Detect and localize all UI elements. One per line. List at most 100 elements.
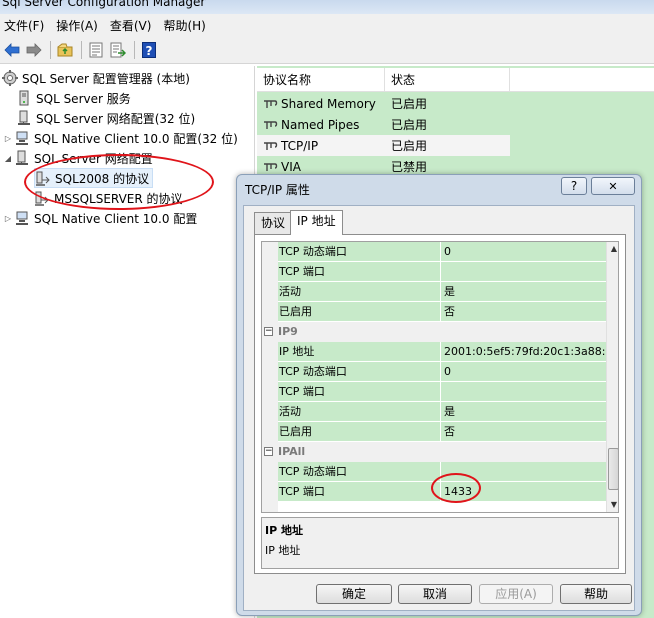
toolbar-separator — [81, 40, 82, 59]
property-value[interactable]: 0 — [441, 242, 606, 261]
property-row[interactable]: TCP 动态端口 0 — [262, 242, 606, 262]
vertical-scrollbar[interactable]: ▲ ▼ — [606, 242, 618, 512]
property-name: TCP 端口 — [278, 262, 440, 281]
property-row[interactable]: TCP 动态端口 — [262, 462, 606, 482]
dialog-title: TCP/IP 属性 — [245, 183, 310, 197]
menu-view[interactable]: 查看(V) — [106, 17, 156, 34]
menu-action[interactable]: 操作(A) — [52, 17, 102, 34]
client-config-icon — [14, 210, 30, 226]
property-row[interactable]: 已启用 否 — [262, 302, 606, 322]
properties-icon[interactable] — [86, 40, 106, 60]
property-row[interactable]: TCP 端口 1433 — [262, 482, 606, 502]
apply-button[interactable]: 应用(A) — [479, 584, 553, 604]
property-value[interactable] — [441, 262, 606, 281]
property-name: IP 地址 — [278, 342, 440, 361]
back-arrow-icon[interactable] — [2, 40, 22, 60]
property-name: 活动 — [278, 282, 440, 301]
toolbar: ? — [0, 36, 654, 64]
scroll-down-arrow-icon[interactable]: ▼ — [609, 500, 618, 512]
property-row[interactable]: 活动 是 — [262, 282, 606, 302]
menu-help[interactable]: 帮助(H) — [159, 17, 209, 34]
protocol-status: 已禁用 — [391, 160, 428, 174]
protocol-icon — [264, 162, 278, 171]
protocol-name: Shared Memory — [281, 96, 376, 111]
tab-protocol[interactable]: 协议 — [254, 212, 293, 234]
property-value[interactable] — [441, 382, 606, 401]
question-icon: ? — [570, 179, 578, 193]
property-value[interactable] — [441, 462, 606, 481]
property-row[interactable]: TCP 端口 — [262, 262, 606, 282]
property-value[interactable]: 否 — [441, 422, 606, 441]
export-list-icon[interactable] — [108, 40, 128, 60]
category-row[interactable]: − IPAll — [262, 442, 606, 462]
scroll-thumb[interactable] — [608, 448, 618, 490]
tree-item-network[interactable]: ◢ SQL Server 网络配置 — [2, 148, 153, 168]
tree-item-label: SQL2008 的协议 — [55, 171, 150, 186]
description-text: IP 地址 — [265, 544, 301, 557]
tcpip-properties-dialog: TCP/IP 属性 ? ✕ 协议 IP 地址 TCP 动态端口 0 TCP 端口… — [236, 174, 642, 616]
protocol-name: TCP/IP — [281, 138, 319, 153]
property-value[interactable]: 0 — [441, 362, 606, 381]
list-row[interactable]: Named Pipes 已启用 — [257, 114, 510, 135]
dialog-close-button[interactable]: ✕ — [591, 177, 635, 195]
title-bar: Sql Server Configuration Manager — [0, 0, 654, 14]
tree-item-network32[interactable]: SQL Server 网络配置(32 位) — [16, 108, 195, 128]
list-row[interactable]: Shared Memory 已启用 — [257, 93, 510, 114]
tree-item-mssqlserver-protocols[interactable]: MSSQLSERVER 的协议 — [34, 188, 183, 208]
help-icon[interactable]: ? — [139, 40, 159, 60]
property-value[interactable]: 是 — [441, 282, 606, 301]
protocol-status: 已启用 — [391, 118, 428, 132]
scroll-up-arrow-icon[interactable]: ▲ — [609, 244, 618, 256]
expand-arrow-icon[interactable]: ▷ — [2, 214, 14, 223]
menu-file[interactable]: 文件(F) — [0, 17, 48, 34]
property-value[interactable]: 1433 — [441, 482, 606, 501]
tree-item-label: SQL Server 网络配置(32 位) — [36, 111, 196, 126]
tree-item-label: SQL Server 网络配置 — [34, 151, 153, 166]
tab-ip-address[interactable]: IP 地址 — [290, 210, 343, 235]
config-manager-icon — [2, 70, 18, 86]
property-value[interactable]: 2001:0:5ef5:79fd:20c1:3a88:3f57 — [441, 342, 606, 361]
forward-arrow-icon[interactable] — [24, 40, 44, 60]
tree-item-native[interactable]: ▷ SQL Native Client 10.0 配置 — [2, 208, 197, 228]
tree-item-services[interactable]: SQL Server 服务 — [16, 88, 131, 108]
tree-item-label: SQL Native Client 10.0 配置(32 位) — [34, 131, 238, 146]
property-row[interactable]: TCP 端口 — [262, 382, 606, 402]
property-grid: TCP 动态端口 0 TCP 端口 活动 是 已启用 否 − IP9 IP 地址… — [261, 241, 619, 513]
up-folder-icon[interactable] — [55, 40, 75, 60]
tree-item-root[interactable]: SQL Server 配置管理器 (本地) — [2, 68, 190, 88]
property-row[interactable]: 已启用 否 — [262, 422, 606, 442]
dialog-help-button[interactable]: ? — [561, 177, 587, 195]
column-header-protocol[interactable]: 协议名称 — [257, 68, 385, 92]
category-row[interactable]: − IP9 — [262, 322, 606, 342]
tree-item-label: MSSQLSERVER 的协议 — [54, 191, 183, 206]
property-name: 已启用 — [278, 302, 440, 321]
property-name: TCP 动态端口 — [278, 242, 440, 261]
tree-item-sql2008-protocols[interactable]: SQL2008 的协议 — [34, 168, 154, 188]
help-button[interactable]: 帮助 — [560, 584, 632, 604]
cancel-button[interactable]: 取消 — [398, 584, 472, 604]
property-value[interactable]: 否 — [441, 302, 606, 321]
property-value[interactable]: 是 — [441, 402, 606, 421]
property-name: TCP 动态端口 — [278, 362, 440, 381]
property-row[interactable]: IP 地址 2001:0:5ef5:79fd:20c1:3a88:3f57 — [262, 342, 606, 362]
category-name: IPAll — [278, 445, 306, 458]
tree-item-label: SQL Server 配置管理器 (本地) — [22, 71, 190, 86]
toolbar-separator — [134, 40, 135, 59]
protocol-name: VIA — [281, 159, 301, 174]
protocol-status: 已启用 — [391, 97, 428, 111]
protocol-icon — [264, 99, 278, 108]
ok-button[interactable]: 确定 — [316, 584, 392, 604]
tree-item-native32[interactable]: ▷ SQL Native Client 10.0 配置(32 位) — [2, 128, 238, 148]
column-header-status[interactable]: 状态 — [385, 68, 510, 92]
protocols-icon — [34, 190, 50, 206]
expand-arrow-icon[interactable]: ▷ — [2, 134, 14, 143]
property-row[interactable]: 活动 是 — [262, 402, 606, 422]
property-row[interactable]: TCP 动态端口 0 — [262, 362, 606, 382]
property-name: 活动 — [278, 402, 440, 421]
menu-bar: 文件(F) 操作(A) 查看(V) 帮助(H) — [0, 14, 654, 36]
list-row-selected[interactable]: TCP/IP 已启用 — [257, 135, 510, 156]
toolbar-separator — [50, 40, 51, 59]
collapse-arrow-icon[interactable]: ◢ — [2, 154, 14, 163]
collapse-box-icon[interactable]: − — [264, 447, 273, 456]
collapse-box-icon[interactable]: − — [264, 327, 273, 336]
